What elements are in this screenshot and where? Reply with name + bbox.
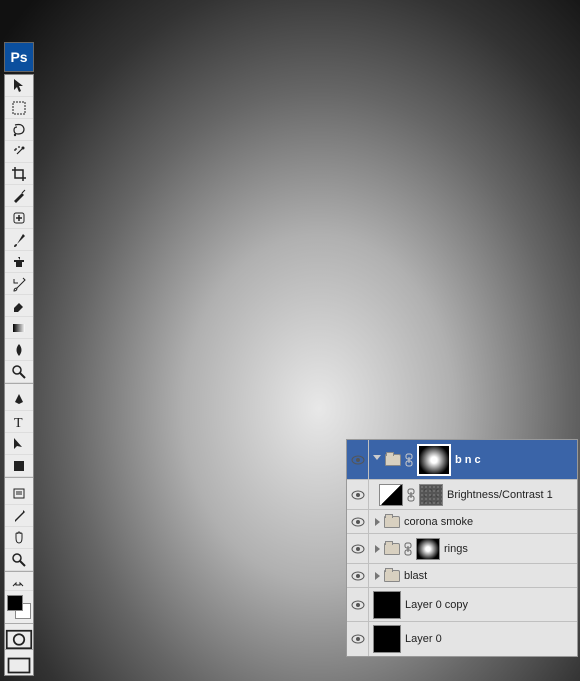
path-selection-tool[interactable] bbox=[5, 433, 33, 455]
layer-adjustment-brightness[interactable]: Brightness/Contrast 1 bbox=[347, 480, 577, 510]
swap-default-colors[interactable] bbox=[5, 577, 33, 591]
mask-thumbnail[interactable] bbox=[419, 484, 443, 506]
eyedropper-tool[interactable] bbox=[5, 505, 33, 527]
mask-thumbnail[interactable] bbox=[416, 538, 440, 560]
mask-thumbnail[interactable] bbox=[417, 444, 451, 476]
visibility-toggle[interactable] bbox=[347, 588, 369, 621]
eraser-tool[interactable] bbox=[5, 295, 33, 317]
expand-arrow-icon[interactable] bbox=[375, 518, 380, 526]
layer-name: b n c bbox=[455, 454, 481, 466]
expand-arrow-icon[interactable] bbox=[375, 545, 380, 553]
adjustment-thumbnail[interactable] bbox=[379, 484, 403, 506]
move-tool[interactable] bbox=[5, 75, 33, 97]
brush-tool[interactable] bbox=[5, 229, 33, 251]
layer-name: Brightness/Contrast 1 bbox=[447, 489, 553, 501]
eye-icon bbox=[351, 517, 365, 527]
folder-icon bbox=[384, 543, 400, 555]
layer-thumbnail[interactable] bbox=[373, 625, 401, 653]
shape-tool[interactable] bbox=[5, 455, 33, 477]
app-logo-text: Ps bbox=[10, 49, 27, 65]
layer-group-corona-smoke[interactable]: corona smoke bbox=[347, 510, 577, 534]
link-icon bbox=[404, 542, 412, 556]
marquee-tool[interactable] bbox=[5, 97, 33, 119]
quick-mask-toggle[interactable] bbox=[5, 629, 33, 649]
layer-name: corona smoke bbox=[404, 516, 473, 528]
lasso-tool[interactable] bbox=[5, 119, 33, 141]
pen-tool[interactable] bbox=[5, 389, 33, 411]
visibility-toggle[interactable] bbox=[347, 480, 369, 509]
layer-name: Layer 0 bbox=[405, 633, 442, 645]
history-brush-tool[interactable] bbox=[5, 273, 33, 295]
toolbox: T bbox=[4, 74, 34, 676]
gradient-tool[interactable] bbox=[5, 317, 33, 339]
layer-group-bnc[interactable]: b n c bbox=[347, 440, 577, 480]
layer-group-rings[interactable]: rings bbox=[347, 534, 577, 564]
layer-thumbnail[interactable] bbox=[373, 591, 401, 619]
svg-text:T: T bbox=[14, 416, 23, 430]
screen-mode-toggle[interactable] bbox=[5, 655, 33, 675]
crop-tool[interactable] bbox=[5, 163, 33, 185]
slice-tool[interactable] bbox=[5, 185, 33, 207]
eye-icon bbox=[351, 600, 365, 610]
visibility-toggle[interactable] bbox=[347, 534, 369, 563]
expand-arrow-icon[interactable] bbox=[373, 455, 381, 464]
visibility-toggle[interactable] bbox=[347, 440, 369, 479]
folder-icon bbox=[384, 570, 400, 582]
eye-icon bbox=[351, 544, 365, 554]
clone-stamp-tool[interactable] bbox=[5, 251, 33, 273]
layers-panel: b n c Brightness/Contrast 1 corona smoke bbox=[346, 439, 578, 657]
foreground-color[interactable] bbox=[7, 595, 23, 611]
link-icon bbox=[405, 453, 413, 467]
app-logo: Ps bbox=[4, 42, 34, 72]
visibility-toggle[interactable] bbox=[347, 510, 369, 533]
eye-icon bbox=[351, 455, 365, 465]
link-icon bbox=[407, 488, 415, 502]
healing-brush-tool[interactable] bbox=[5, 207, 33, 229]
type-tool[interactable]: T bbox=[5, 411, 33, 433]
magic-wand-tool[interactable] bbox=[5, 141, 33, 163]
visibility-toggle[interactable] bbox=[347, 622, 369, 656]
eye-icon bbox=[351, 490, 365, 500]
blur-tool[interactable] bbox=[5, 339, 33, 361]
eye-icon bbox=[351, 571, 365, 581]
layer-group-blast[interactable]: blast bbox=[347, 564, 577, 588]
layer-name: Layer 0 copy bbox=[405, 599, 468, 611]
eye-icon bbox=[351, 634, 365, 644]
folder-icon bbox=[384, 516, 400, 528]
color-swatches[interactable] bbox=[5, 593, 33, 623]
dodge-tool[interactable] bbox=[5, 361, 33, 383]
layer-name: rings bbox=[444, 543, 468, 555]
zoom-tool[interactable] bbox=[5, 549, 33, 571]
visibility-toggle[interactable] bbox=[347, 564, 369, 587]
expand-arrow-icon[interactable] bbox=[375, 572, 380, 580]
layer-layer0copy[interactable]: Layer 0 copy bbox=[347, 588, 577, 622]
folder-icon bbox=[385, 454, 401, 466]
notes-tool[interactable] bbox=[5, 483, 33, 505]
layer-layer0[interactable]: Layer 0 bbox=[347, 622, 577, 656]
layer-name: blast bbox=[404, 570, 427, 582]
hand-tool[interactable] bbox=[5, 527, 33, 549]
